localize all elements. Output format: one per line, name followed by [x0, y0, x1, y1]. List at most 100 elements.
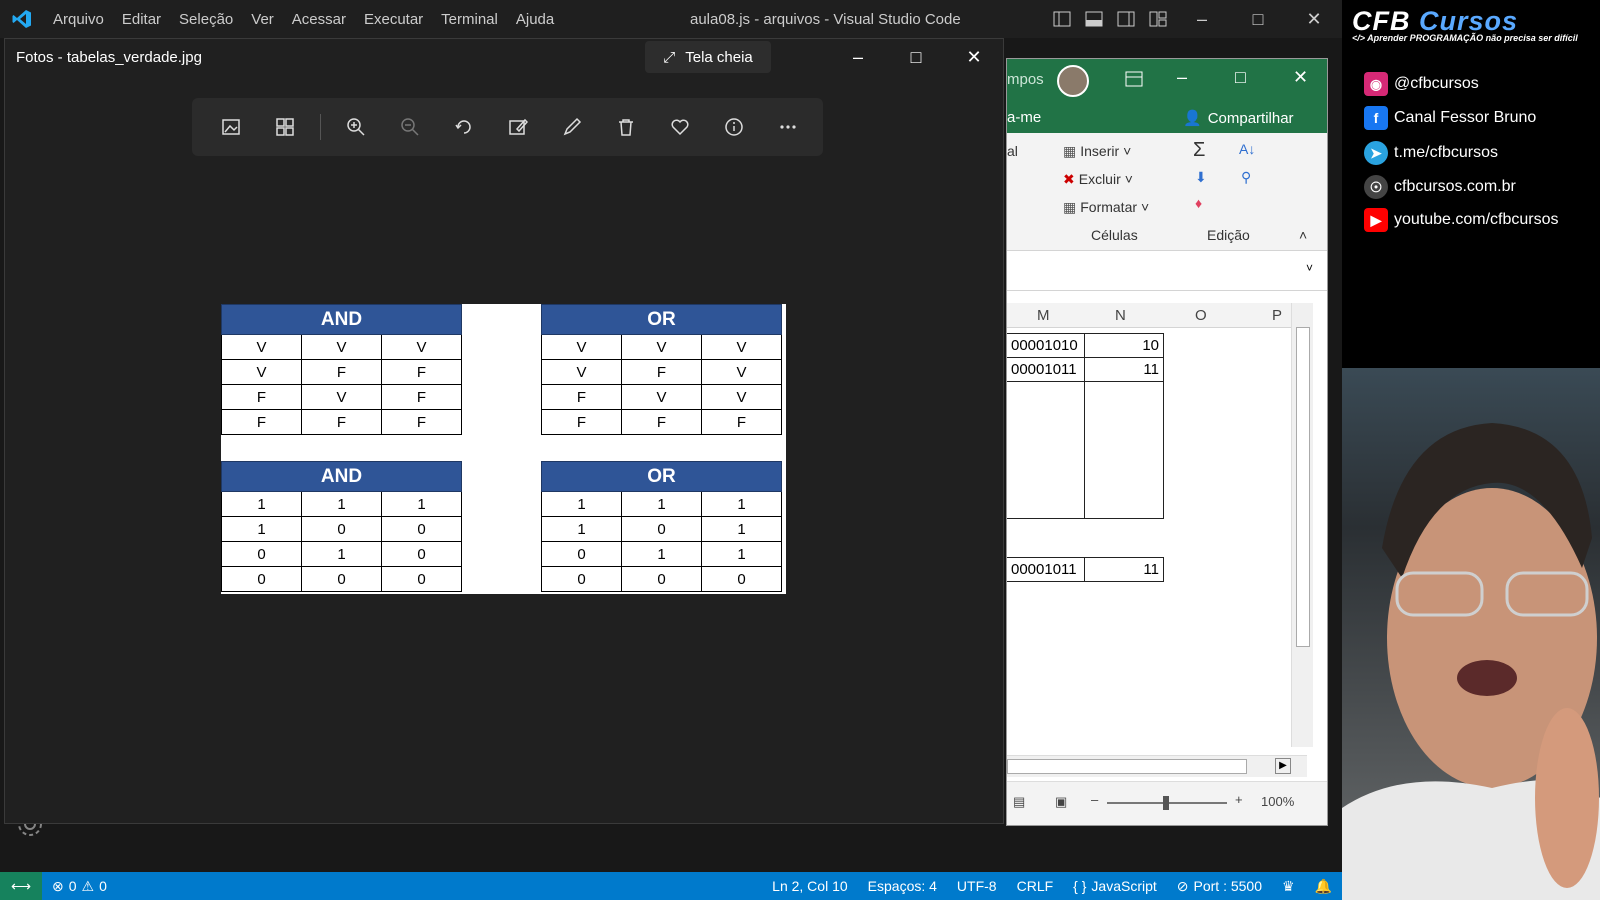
cell-m2[interactable]: 00001011	[1007, 357, 1085, 382]
share-button[interactable]: 👤 Compartilhar	[1183, 109, 1294, 128]
indentation[interactable]: Espaços: 4	[858, 878, 947, 894]
zoom-level[interactable]: 100%	[1261, 794, 1294, 809]
formula-bar[interactable]: ˅	[1007, 251, 1327, 291]
edit-image-icon[interactable]	[491, 107, 545, 147]
menu-editar[interactable]: Editar	[113, 11, 170, 28]
empty-cells-n[interactable]	[1084, 381, 1164, 519]
empty-cells-m[interactable]	[1007, 381, 1085, 519]
col-header-o[interactable]: O	[1195, 307, 1207, 324]
zoom-minus-icon[interactable]: –	[1091, 792, 1098, 807]
feedback-icon[interactable]: ♛	[1272, 878, 1305, 895]
cell-m-result[interactable]: 00001011	[1007, 557, 1085, 582]
table-cell: F	[621, 359, 702, 385]
col-header-p[interactable]: P	[1272, 307, 1282, 324]
favorite-icon[interactable]	[653, 107, 707, 147]
cell-m1[interactable]: 00001010	[1007, 333, 1085, 358]
avatar[interactable]	[1057, 65, 1089, 97]
col-header-n[interactable]: N	[1115, 307, 1126, 324]
table-cell: V	[301, 334, 382, 360]
hscroll-thumb[interactable]	[1007, 759, 1247, 774]
table-row: 111	[541, 491, 782, 517]
zoom-out-icon[interactable]	[383, 107, 437, 147]
collapse-ribbon-icon[interactable]: ˄	[1299, 227, 1307, 243]
more-icon[interactable]	[761, 107, 815, 147]
photos-close-icon[interactable]: ✕	[945, 39, 1003, 75]
sort-filter-icon[interactable]: A↓	[1239, 141, 1255, 157]
menu-selecao[interactable]: Seleção	[170, 11, 242, 28]
grid-icon[interactable]	[258, 107, 312, 147]
encoding[interactable]: UTF-8	[947, 878, 1007, 894]
notifications-bell-icon[interactable]: 🔔	[1305, 878, 1342, 895]
zoom-in-icon[interactable]	[329, 107, 383, 147]
table-title: AND	[221, 461, 462, 492]
minimize-icon[interactable]: –	[1174, 0, 1230, 38]
tagline: </> Aprender PROGRAMAÇÃO não precisa ser…	[1352, 33, 1578, 43]
end-of-line[interactable]: CRLF	[1007, 878, 1064, 894]
fullscreen-button[interactable]: ⤢ Tela cheia	[645, 41, 771, 73]
excel-close-icon[interactable]: ✕	[1293, 67, 1308, 88]
page-break-icon[interactable]: ▣	[1055, 794, 1067, 810]
rotate-icon[interactable]	[437, 107, 491, 147]
table-cell: F	[541, 384, 622, 410]
zoom-slider-handle[interactable]	[1163, 796, 1169, 810]
cell-n-result[interactable]: 11	[1084, 557, 1164, 582]
cell-n2[interactable]: 11	[1084, 357, 1164, 382]
table-cell: 1	[701, 516, 782, 542]
menu-ajuda[interactable]: Ajuda	[507, 11, 563, 28]
ribbon-display-icon[interactable]	[1125, 71, 1143, 91]
vertical-scrollbar[interactable]	[1291, 303, 1313, 747]
problems-indicator[interactable]: ⊗ 0 ⚠ 0	[42, 878, 117, 895]
table-cell: 0	[221, 541, 302, 567]
page-layout-icon[interactable]: ▤	[1013, 794, 1025, 810]
excel-minimize-icon[interactable]: –	[1177, 67, 1187, 88]
excel-statusbar: ▤ ▣ – + 100%	[1007, 781, 1327, 825]
toggle-secondary-sidebar-icon[interactable]	[1112, 9, 1140, 29]
fill-icon[interactable]: ⬇	[1195, 169, 1207, 186]
menu-arquivo[interactable]: Arquivo	[44, 11, 113, 28]
menu-acessar[interactable]: Acessar	[283, 11, 355, 28]
error-count: 0	[68, 878, 77, 894]
toggle-sidebar-icon[interactable]	[1048, 9, 1076, 29]
delete-icon[interactable]	[599, 107, 653, 147]
format-button[interactable]: ▦ Formatar ˅	[1063, 199, 1149, 216]
info-icon[interactable]	[707, 107, 761, 147]
cursor-position[interactable]: Ln 2, Col 10	[762, 878, 858, 894]
image-icon[interactable]	[204, 107, 258, 147]
scroll-right-icon[interactable]: ▶	[1275, 758, 1291, 774]
remote-icon[interactable]: ⟷	[0, 872, 42, 900]
photos-maximize-icon[interactable]: □	[887, 39, 945, 75]
zoom-plus-icon[interactable]: +	[1235, 792, 1243, 807]
cell-n1[interactable]: 10	[1084, 333, 1164, 358]
facebook-icon: f	[1364, 106, 1388, 130]
menu-ver[interactable]: Ver	[242, 11, 283, 28]
insert-button[interactable]: ▦ Inserir ˅	[1063, 143, 1131, 160]
formula-expand-icon[interactable]: ˅	[1306, 261, 1313, 275]
draw-icon[interactable]	[545, 107, 599, 147]
close-icon[interactable]: ✕	[1286, 0, 1342, 38]
autosum-icon[interactable]: Σ	[1193, 139, 1205, 162]
table-cell: V	[221, 334, 302, 360]
horizontal-scrollbar[interactable]: ▶	[1007, 755, 1307, 777]
customize-layout-icon[interactable]	[1144, 9, 1172, 29]
delete-button[interactable]: ✖ Excluir ˅	[1063, 171, 1133, 188]
social-label: t.me/cfbcursos	[1394, 144, 1499, 161]
scroll-thumb[interactable]	[1296, 327, 1310, 647]
clear-icon[interactable]: ♦	[1195, 195, 1202, 211]
excel-title-fragment: mpos	[1007, 71, 1044, 88]
toggle-panel-icon[interactable]	[1080, 9, 1108, 29]
excel-maximize-icon[interactable]: □	[1235, 67, 1246, 88]
col-header-m[interactable]: M	[1037, 307, 1050, 324]
menu-executar[interactable]: Executar	[355, 11, 432, 28]
menu-terminal[interactable]: Terminal	[432, 11, 507, 28]
maximize-icon[interactable]: □	[1230, 0, 1286, 38]
photos-minimize-icon[interactable]: –	[829, 39, 887, 75]
tab-fragment[interactable]: a-me	[1007, 109, 1041, 126]
table-cell: F	[221, 409, 302, 435]
table-cell: 0	[621, 516, 702, 542]
table-cell: 1	[381, 491, 462, 517]
live-server-port[interactable]: ⊘ Port : 5500	[1167, 878, 1272, 895]
find-icon[interactable]: ⚲	[1241, 169, 1251, 186]
table-cell: F	[301, 359, 382, 385]
table-row: 100	[221, 516, 462, 542]
language-mode[interactable]: { } JavaScript	[1063, 878, 1167, 894]
